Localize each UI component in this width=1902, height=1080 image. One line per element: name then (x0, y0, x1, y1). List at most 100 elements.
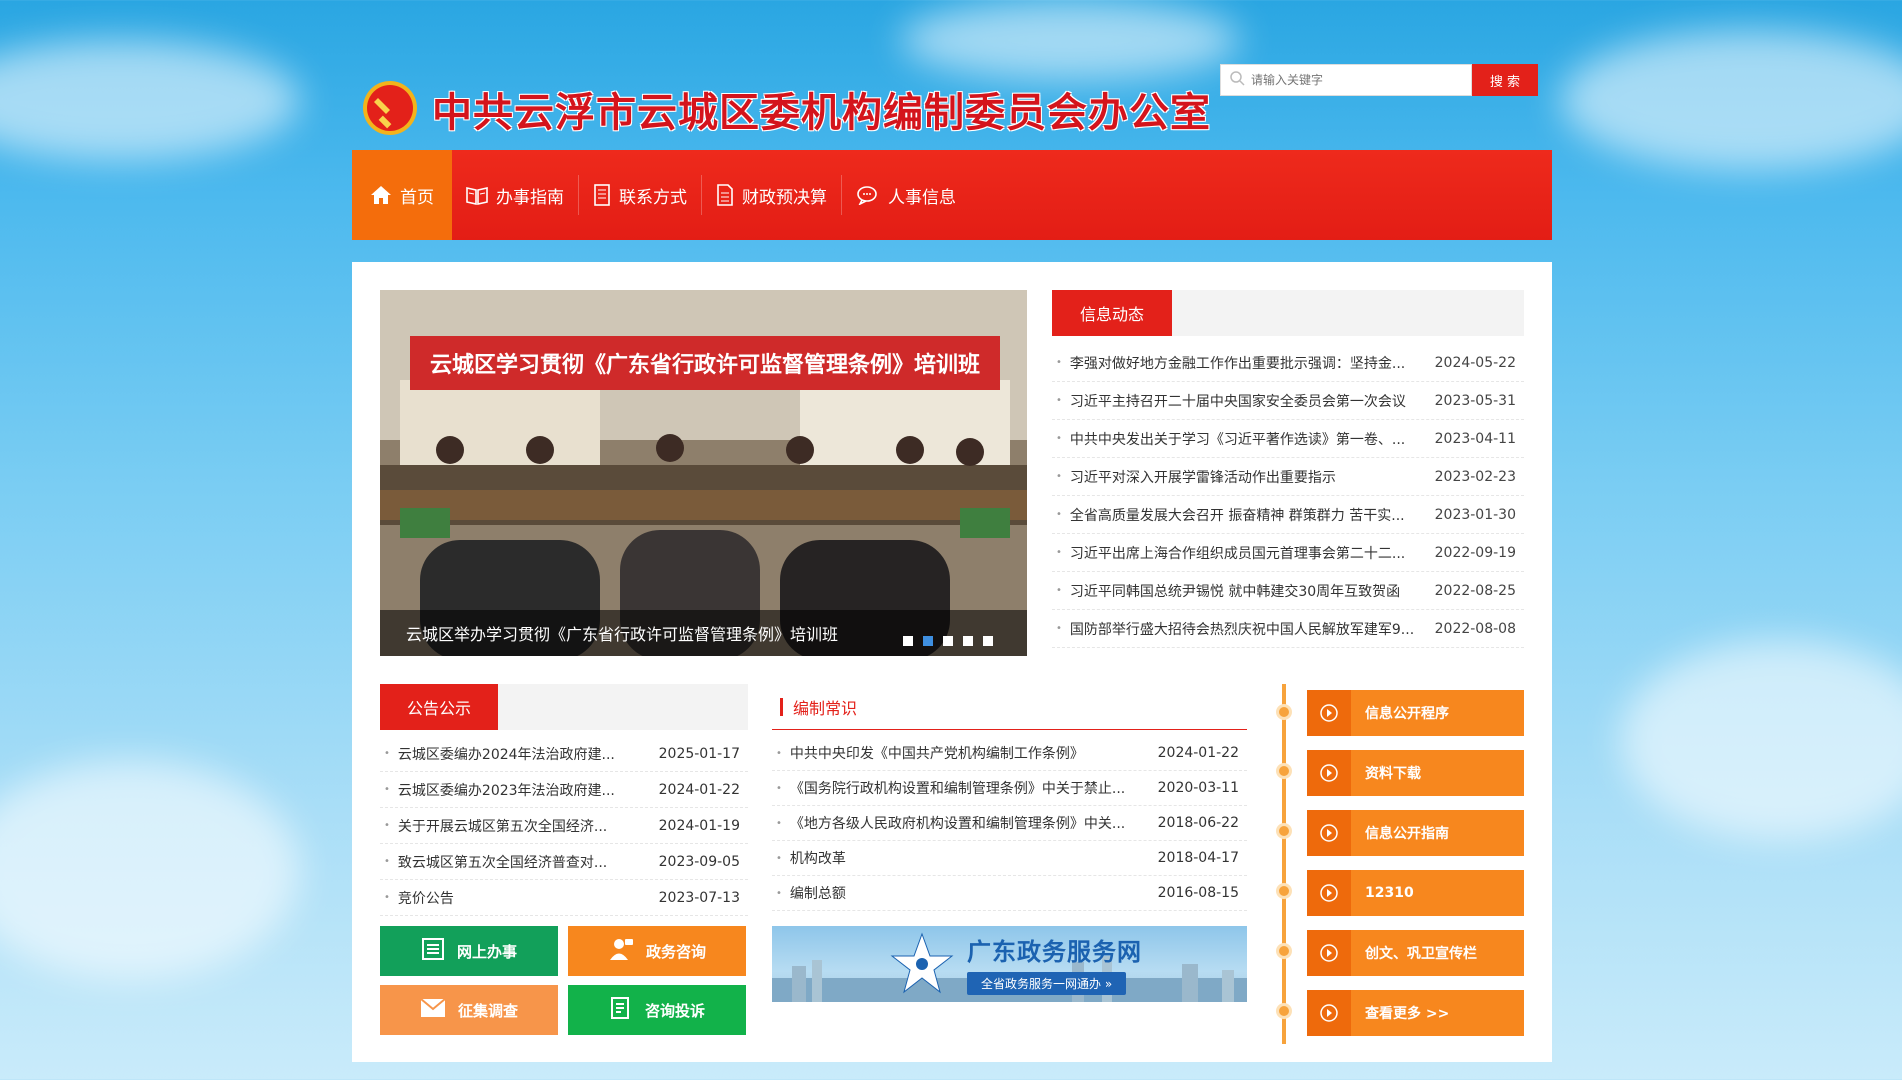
list-item[interactable]: • 致云城区第五次全国经济普查对... 2023-09-05 (380, 844, 748, 880)
side-link-disclosure-guide[interactable]: 信息公开指南 (1307, 810, 1524, 856)
nav-item-budget[interactable]: 财政预决算 (702, 150, 841, 240)
photo-slideshow[interactable]: 云城区学习贯彻《广东省行政许可监督管理条例》培训班 云城区举办学习贯彻《广东省行… (380, 290, 1027, 656)
side-link-label: 创文、巩卫宣传栏 (1365, 946, 1477, 962)
list-item[interactable]: • 机构改革 2018-04-17 (772, 841, 1247, 876)
news-date: 2023-02-23 (1434, 468, 1516, 485)
news-date: 2023-01-30 (1434, 506, 1516, 523)
mail-icon (420, 998, 446, 1022)
slide-dot[interactable] (923, 636, 933, 646)
knowledge-title[interactable]: 中共中央印发《中国共产党机构编制工作条例》 (790, 743, 1084, 763)
nav-item-home[interactable]: 首页 (352, 150, 452, 240)
news-date: 2023-04-11 (1434, 430, 1516, 447)
news-title[interactable]: 习近平出席上海合作组织成员国元首理事会第二十二... (1070, 543, 1405, 563)
timeline-node (1276, 1003, 1292, 1019)
list-item[interactable]: • 国防部举行盛大招待会热烈庆祝中国人民解放军建军9... 2022-08-08 (1052, 610, 1524, 648)
timeline-node (1276, 704, 1292, 720)
list-item[interactable]: • 中共中央印发《中国共产党机构编制工作条例》 2024-01-22 (772, 736, 1247, 771)
knowledge-title[interactable]: 机构改革 (790, 848, 846, 868)
nav-item-label: 首页 (400, 187, 434, 208)
slide-dot[interactable] (903, 636, 913, 646)
notice-title[interactable]: 云城区委编办2023年法治政府建... (398, 780, 615, 800)
notice-title[interactable]: 致云城区第五次全国经济普查对... (398, 852, 607, 872)
slide-photo: 云城区学习贯彻《广东省行政许可监督管理条例》培训班 (380, 290, 1027, 656)
timeline-node (1276, 823, 1292, 839)
notice-title[interactable]: 关于开展云城区第五次全国经济... (398, 816, 607, 836)
search-input[interactable] (1245, 73, 1445, 87)
knowledge-title[interactable]: 编制总额 (790, 883, 846, 903)
nav-item-personnel[interactable]: 人事信息 (842, 150, 970, 240)
knowledge-header: 编制常识 (772, 684, 1247, 730)
notice-title[interactable]: 云城区委编办2024年法治政府建... (398, 744, 615, 764)
consult-label: 政务咨询 (645, 942, 706, 961)
slide-banner-text: 云城区学习贯彻《广东省行政许可监督管理条例》培训班 (430, 352, 980, 378)
search-button[interactable]: 搜 索 (1472, 64, 1538, 96)
slide-dot[interactable] (963, 636, 973, 646)
nav-item-contact[interactable]: 联系方式 (579, 150, 701, 240)
consult-button[interactable]: 政务咨询 (568, 926, 746, 976)
survey-button[interactable]: 征集调查 (380, 985, 558, 1035)
list-item[interactable]: • 全省高质量发展大会召开 振奋精神 群策群力 苦干实... 2023-01-30 (1052, 496, 1524, 534)
notice-date: 2025-01-17 (658, 745, 740, 762)
bullet-icon: • (1056, 585, 1062, 596)
list-item[interactable]: • 习近平对深入开展学雷锋活动作出重要指示 2023-02-23 (1052, 458, 1524, 496)
news-title[interactable]: 习近平同韩国总统尹锡悦 就中韩建交30周年互致贺函 (1070, 581, 1400, 601)
news-title[interactable]: 国防部举行盛大招待会热烈庆祝中国人民解放军建军9... (1070, 619, 1414, 639)
tab-knowledge[interactable]: 编制常识 (793, 695, 857, 719)
news-date: 2023-05-31 (1434, 392, 1516, 409)
slide-dot[interactable] (943, 636, 953, 646)
online-service-button[interactable]: 网上办事 (380, 926, 558, 976)
slide-caption-bar: 云城区举办学习贯彻《广东省行政许可监督管理条例》培训班 (380, 610, 1027, 656)
list-item[interactable]: • 《地方各级人民政府机构设置和编制管理条例》中关... 2018-06-22 (772, 806, 1247, 841)
news-title[interactable]: 李强对做好地方金融工作作出重要批示强调：坚持金... (1070, 353, 1405, 373)
side-link-disclosure-procedure[interactable]: 信息公开程序 (1307, 690, 1524, 736)
list-item[interactable]: • 关于开展云城区第五次全国经济... 2024-01-19 (380, 808, 748, 844)
nav-item-label: 办事指南 (496, 187, 564, 208)
knowledge-date: 2018-04-17 (1157, 850, 1239, 866)
list-item[interactable]: • 习近平同韩国总统尹锡悦 就中韩建交30周年互致贺函 2022-08-25 (1052, 572, 1524, 610)
notice-title[interactable]: 竞价公告 (398, 888, 454, 908)
knowledge-date: 2020-03-11 (1157, 780, 1239, 796)
list-item[interactable]: • 李强对做好地方金融工作作出重要批示强调：坚持金... 2024-05-22 (1052, 344, 1524, 382)
list-item[interactable]: • 竞价公告 2023-07-13 (380, 880, 748, 916)
news-list: • 李强对做好地方金融工作作出重要批示强调：坚持金... 2024-05-22 • 习… (1052, 344, 1524, 648)
knowledge-date: 2016-08-15 (1157, 885, 1239, 901)
list-item[interactable]: • 习近平出席上海合作组织成员国元首理事会第二十二... 2022-09-19 (1052, 534, 1524, 572)
bullet-icon: • (1056, 471, 1062, 482)
news-date: 2024-05-22 (1434, 354, 1516, 371)
play-arrow-icon (1307, 750, 1351, 796)
notice-panel: 公告公示 • 云城区委编办2024年法治政府建... 2025-01-17 • 云城区… (380, 684, 748, 916)
complaint-button[interactable]: 咨询投诉 (568, 985, 746, 1035)
knowledge-title[interactable]: 《国务院行政机构设置和编制管理条例》中关于禁止... (790, 778, 1125, 798)
complaint-label: 咨询投诉 (644, 1001, 705, 1020)
knowledge-panel: 编制常识 • 中共中央印发《中国共产党机构编制工作条例》 2024-01-22 • 《… (772, 684, 1247, 911)
knowledge-title[interactable]: 《地方各级人民政府机构设置和编制管理条例》中关... (790, 813, 1125, 833)
list-item[interactable]: • 习近平主持召开二十届中央国家安全委员会第一次会议 2023-05-31 (1052, 382, 1524, 420)
play-arrow-icon (1307, 870, 1351, 916)
news-title[interactable]: 中共中央发出关于学习《习近平著作选读》第一卷、... (1070, 429, 1405, 449)
tab-notice[interactable]: 公告公示 (380, 684, 498, 730)
side-link-12310[interactable]: 12310 (1307, 870, 1524, 916)
nav-item-label: 人事信息 (888, 187, 956, 208)
side-link-more[interactable]: 查看更多 >> (1307, 990, 1524, 1036)
list-icon (421, 937, 445, 965)
tab-news[interactable]: 信息动态 (1052, 290, 1172, 336)
nav-item-guide[interactable]: 办事指南 (452, 150, 578, 240)
side-link-campaign[interactable]: 创文、巩卫宣传栏 (1307, 930, 1524, 976)
slide-caption[interactable]: 云城区举办学习贯彻《广东省行政许可监督管理条例》培训班 (406, 621, 838, 645)
list-item[interactable]: • 编制总额 2016-08-15 (772, 876, 1247, 911)
list-item[interactable]: • 云城区委编办2024年法治政府建... 2025-01-17 (380, 736, 748, 772)
list-item[interactable]: • 中共中央发出关于学习《习近平著作选读》第一卷、... 2023-04-11 (1052, 420, 1524, 458)
side-link-downloads[interactable]: 资料下载 (1307, 750, 1524, 796)
news-title[interactable]: 习近平主持召开二十届中央国家安全委员会第一次会议 (1070, 391, 1406, 411)
nav-item-label: 联系方式 (619, 187, 687, 208)
slide-dot[interactable] (983, 636, 993, 646)
news-title[interactable]: 习近平对深入开展学雷锋活动作出重要指示 (1070, 467, 1336, 487)
side-link-label: 12310 (1365, 885, 1414, 901)
news-title[interactable]: 全省高质量发展大会召开 振奋精神 群策群力 苦干实... (1070, 505, 1405, 525)
gd-service-banner[interactable]: 广东政务服务网 全省政务服务一网通办 » (772, 926, 1247, 1002)
side-timeline (1282, 684, 1286, 1044)
bullet-icon: • (1056, 509, 1062, 520)
list-item[interactable]: • 云城区委编办2023年法治政府建... 2024-01-22 (380, 772, 748, 808)
list-item[interactable]: • 《国务院行政机构设置和编制管理条例》中关于禁止... 2020-03-11 (772, 771, 1247, 806)
news-date: 2022-08-25 (1434, 582, 1516, 599)
